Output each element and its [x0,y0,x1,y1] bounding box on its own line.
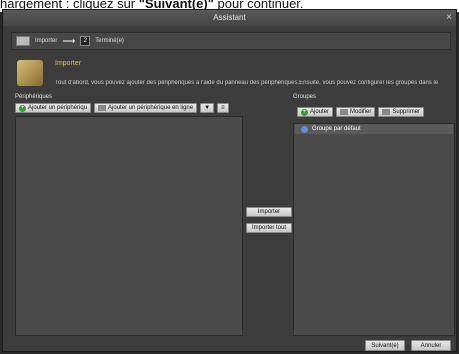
cancel-button[interactable]: Annuler [411,340,451,351]
add-group-button[interactable]: + Ajouter [297,107,334,117]
step-finished-label: Terminé(e) [95,38,124,44]
add-online-device-label: Ajouter un périphérique en ligne [108,105,194,111]
import-all-button[interactable]: Importer tout [246,223,292,233]
group-icon [301,125,308,133]
delete-group-button[interactable]: Supprimer [378,107,425,117]
devices-list-panel[interactable] [15,116,243,336]
add-group-label: Ajouter [310,109,330,115]
delete-group-label: Supprimer [392,109,421,115]
import-step-icon [16,36,30,46]
devices-label: Périphériques [15,94,53,100]
edit-group-label: Modifier [350,109,372,115]
add-icon: + [19,104,26,112]
close-icon[interactable]: × [446,10,452,26]
window-title: Assistant [213,13,246,22]
edit-icon [340,109,349,115]
add-online-device-button[interactable]: Ajouter un périphérique en ligne [94,103,198,113]
group-tree-item[interactable]: Groupe par défaut [295,124,453,134]
arrow-right-icon: ⟶ [62,35,76,46]
wizard-window: Assistant × Importer ⟶ 2 Terminé(e) Impo… [2,9,457,352]
filter-icon: ▼ [204,105,211,111]
groups-tree-panel[interactable] [293,123,455,336]
delete-icon [382,109,391,115]
step-number-badge: 2 [80,36,91,46]
next-button[interactable]: Suivant(e) [365,340,405,351]
add-icon: + [301,108,308,116]
options-button[interactable]: ≡ [217,103,229,113]
step-indicator: Importer ⟶ 2 Terminé(e) [11,32,451,50]
title-bar: Assistant × [3,10,456,26]
device-icon [98,105,107,111]
groups-label: Groupes [293,94,317,100]
step-header: Importer Tout d'abord, vous pouvez ajout… [11,56,451,96]
edit-group-button[interactable]: Modifier [336,107,376,117]
import-button[interactable]: Importer [246,207,292,217]
header-title: Importer [55,60,82,67]
options-icon: ≡ [221,105,225,111]
import-logo-icon [17,60,43,86]
header-description: Tout d'abord, vous pouvez ajouter des pé… [55,80,439,86]
step-import-label: Importer [35,38,58,44]
add-device-button[interactable]: + Ajouter un périphériqu [15,103,92,113]
filter-button[interactable]: ▼ [200,103,215,113]
group-item-label: Groupe par défaut [312,126,361,132]
add-device-label: Ajouter un périphériqu [28,105,88,111]
